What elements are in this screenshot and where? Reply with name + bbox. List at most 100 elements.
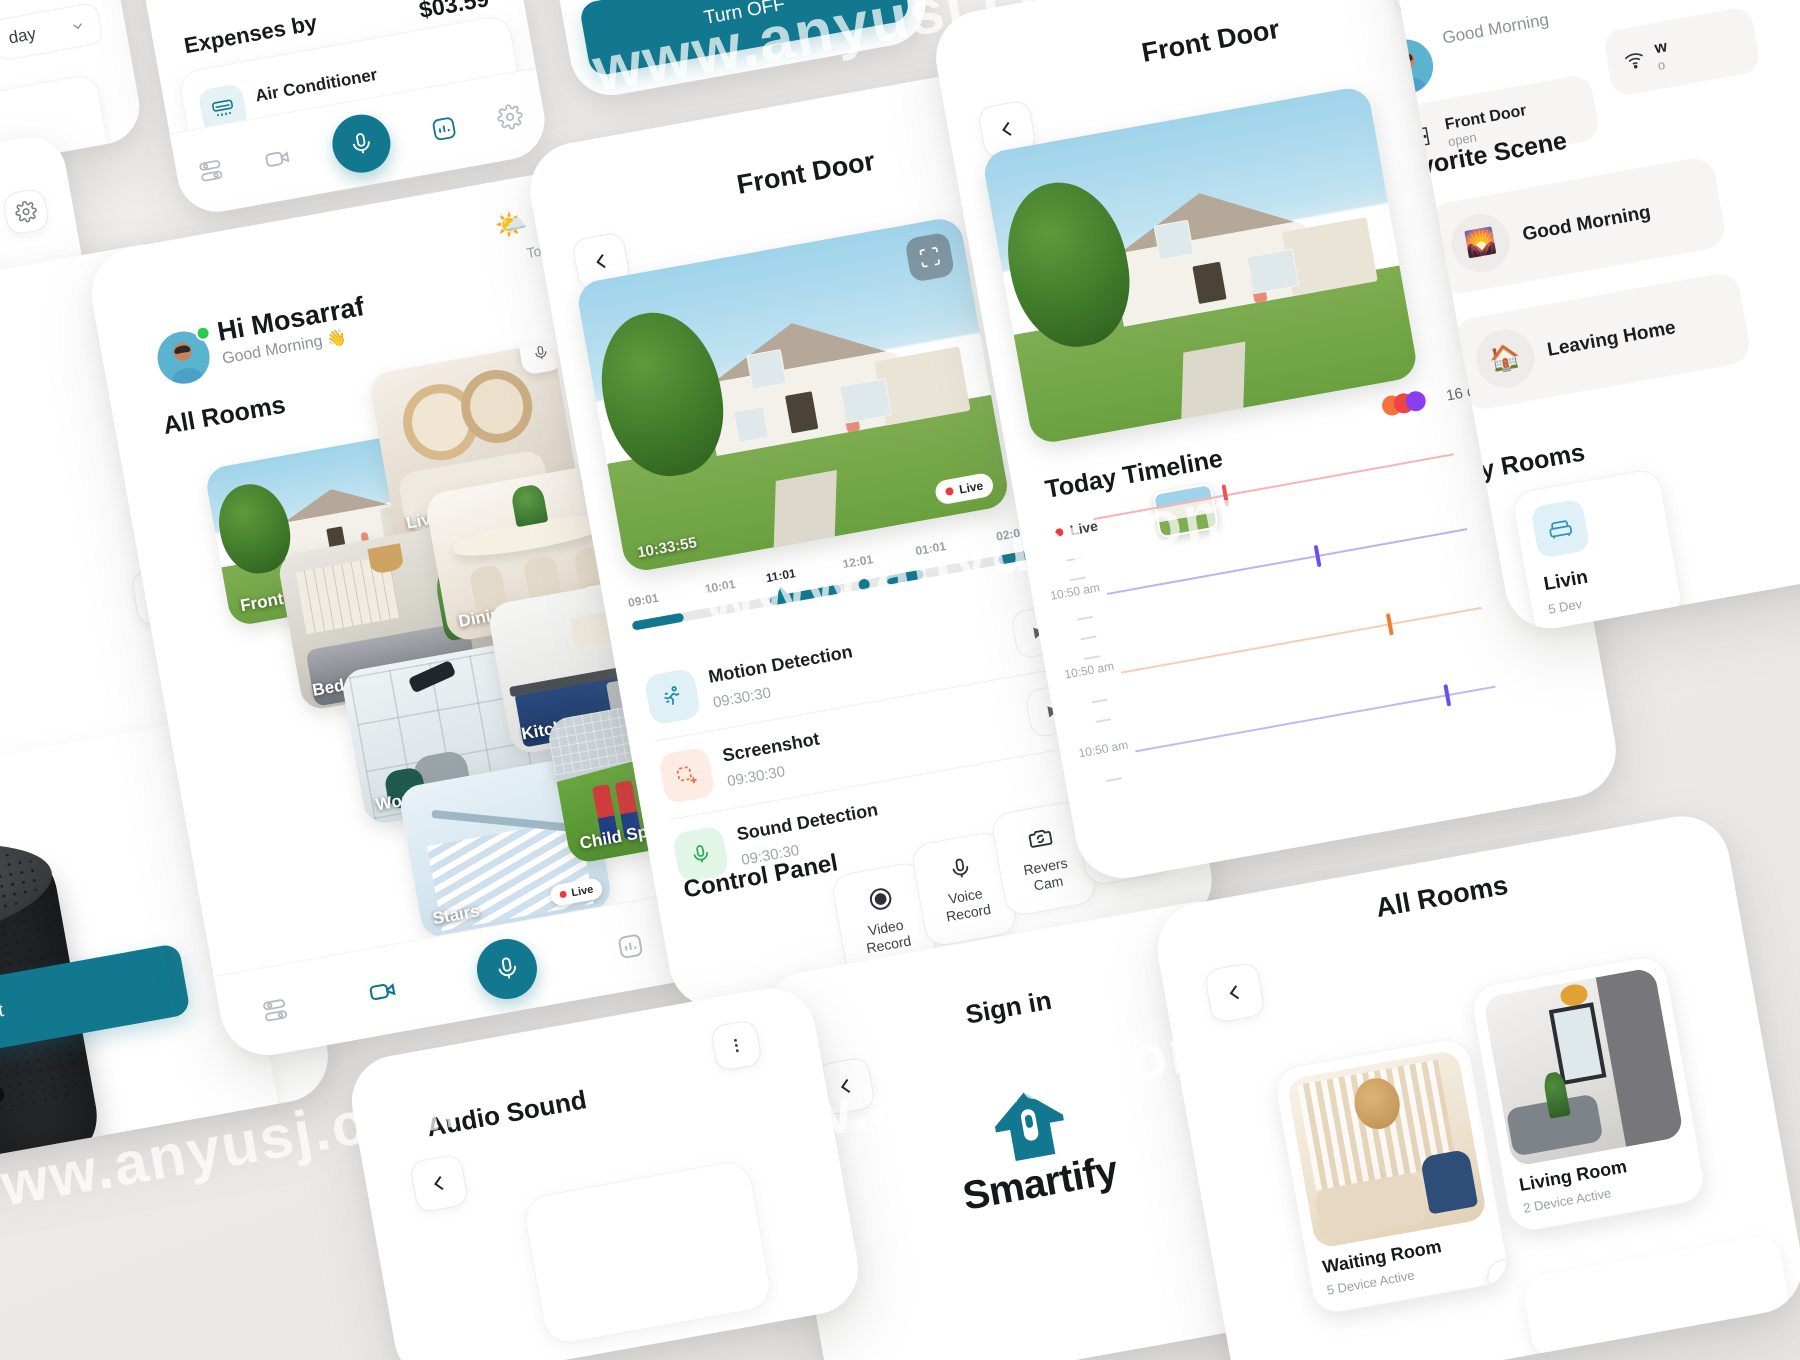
status-pill-wifi[interactable]: w o: [1602, 5, 1762, 98]
timeline-row-time-4: 10:50 am: [1077, 737, 1130, 761]
video-icon: [265, 150, 290, 167]
event-time: 09:30:30: [711, 684, 773, 712]
camera-image: [981, 84, 1420, 446]
timeline-tick: [1443, 684, 1451, 707]
period-value: day: [7, 23, 38, 48]
toggles-icon: [262, 999, 287, 1022]
gear-button[interactable]: [1, 187, 51, 237]
scene-label: Good Morning: [1520, 201, 1653, 246]
more-vertical-icon: [734, 1038, 739, 1053]
fullscreen-button[interactable]: [904, 231, 956, 283]
control-label: Voice Record: [944, 885, 993, 925]
toggles-icon: [199, 159, 223, 181]
room-card[interactable]: Livin 5 Dev: [1510, 467, 1685, 636]
nav-mic-button[interactable]: [472, 933, 543, 1004]
timeline-row-4: [1135, 684, 1496, 753]
timeline-label: 10:01: [703, 576, 737, 597]
mic-glyph: [534, 345, 546, 359]
control-label: Video Record: [865, 917, 913, 957]
camera-feed[interactable]: 10:33:55 Live: [574, 215, 1011, 574]
furniture-glyph: [1549, 520, 1573, 539]
screenshot-icon: [657, 746, 716, 805]
timeline-row-time-3: 10:50 am: [1063, 658, 1116, 682]
timeline-thumbnail[interactable]: [1151, 482, 1220, 539]
fullscreen-icon: [919, 247, 940, 268]
page-title: Audio Sound: [424, 1084, 589, 1143]
timeline-segment: [631, 612, 685, 631]
camera-flip-icon: [1028, 830, 1053, 849]
scene-label: Leaving Home: [1545, 316, 1678, 361]
scene-leaving-home[interactable]: 🏠 Leaving Home: [1450, 270, 1753, 413]
live-text: Live: [1068, 517, 1100, 539]
timeline-label: 01:01: [914, 539, 948, 559]
motion-glyph: [664, 686, 680, 705]
scene-good-morning[interactable]: 🌄 Good Morning: [1426, 154, 1728, 297]
nav-mic-button[interactable]: [327, 109, 395, 177]
timeline-label: 12:01: [841, 552, 875, 572]
turn-off-screen: Turn OFF: [531, 0, 933, 102]
ac-glyph: [212, 99, 233, 117]
room-photo: [1285, 1049, 1488, 1250]
gear-icon: [497, 103, 523, 129]
showcase-canvas: day me: 21:45:30 $03.59 Expenses by Time…: [0, 0, 1800, 1360]
camera-feed[interactable]: 10:33:55 Live: [981, 84, 1420, 446]
nav-video-button[interactable]: [366, 973, 401, 1008]
back-button[interactable]: [1203, 961, 1267, 1024]
room-devices: 5 Dev: [1547, 596, 1584, 617]
gear-icon: [15, 200, 37, 223]
screenshot-glyph: [676, 766, 697, 784]
home-run-icon: 🏠: [1471, 324, 1540, 393]
event-time: 09:30:30: [725, 763, 787, 791]
nav-toggles-button[interactable]: [259, 995, 290, 1026]
room-name: Livin: [1542, 566, 1590, 596]
timeline-label-current: 11:01: [764, 566, 797, 586]
audio-card[interactable]: [521, 1158, 775, 1347]
event-name: Sound Detection: [735, 799, 880, 845]
chevron-down-icon: [73, 23, 82, 30]
room-photo: [1482, 966, 1685, 1168]
nav-toggles-button[interactable]: [195, 155, 225, 185]
greeting: Good Morning: [1440, 9, 1551, 48]
event-name: Screenshot: [720, 728, 822, 766]
pill-value: o: [1656, 56, 1667, 73]
thumbnail-image: [1154, 485, 1217, 537]
nav-gear-button[interactable]: [495, 101, 525, 131]
pill-label: w: [1653, 37, 1669, 57]
live-tag: Live: [1054, 518, 1099, 541]
chart-icon: [618, 934, 643, 959]
add-device-button[interactable]: [1484, 1256, 1512, 1299]
weather-icon: 🌤️: [492, 206, 530, 243]
chevron-left-icon: [1229, 985, 1240, 1000]
mic-glyph: [693, 845, 708, 863]
timeline-tick: [1221, 484, 1230, 507]
mic-icon: [952, 859, 969, 878]
event-name: Motion Detection: [706, 641, 855, 687]
live-text: Live: [958, 478, 985, 497]
plus-icon: [1500, 1272, 1511, 1282]
motion-run-icon: [643, 667, 702, 726]
turn-off-button[interactable]: Turn OFF: [578, 0, 911, 77]
chevron-left-icon: [1002, 121, 1012, 136]
nav-chart-button[interactable]: [428, 113, 458, 143]
chevron-left-icon: [596, 254, 606, 269]
period-dropdown[interactable]: day: [0, 1, 105, 62]
timeline-row-time-2: 10:50 am: [1049, 580, 1101, 603]
chart-icon: [432, 116, 455, 140]
capture-color-dots: [1380, 389, 1428, 418]
nav-chart-button[interactable]: [615, 931, 646, 962]
section-title-all-rooms: All Rooms: [160, 390, 288, 441]
timeline-row-3: [1120, 606, 1482, 674]
wifi-icon: [1624, 53, 1643, 69]
mic-icon: [498, 957, 516, 979]
mic-icon: [352, 132, 370, 153]
room-card-waiting-room[interactable]: Waiting Room 5 Device Active: [1272, 1035, 1512, 1317]
timeline-row-2: [1106, 528, 1468, 595]
back-button[interactable]: [408, 1153, 470, 1214]
nav-video-button[interactable]: [262, 142, 295, 175]
sunrise-house-icon: 🌄: [1446, 209, 1515, 277]
chevron-left-icon: [840, 1078, 851, 1093]
room-card-living-room[interactable]: Living Room 2 Device Active: [1468, 953, 1708, 1235]
more-button[interactable]: [709, 1018, 764, 1073]
timeline-label: 09:01: [626, 590, 660, 610]
room-card-partial[interactable]: [1521, 1233, 1792, 1360]
